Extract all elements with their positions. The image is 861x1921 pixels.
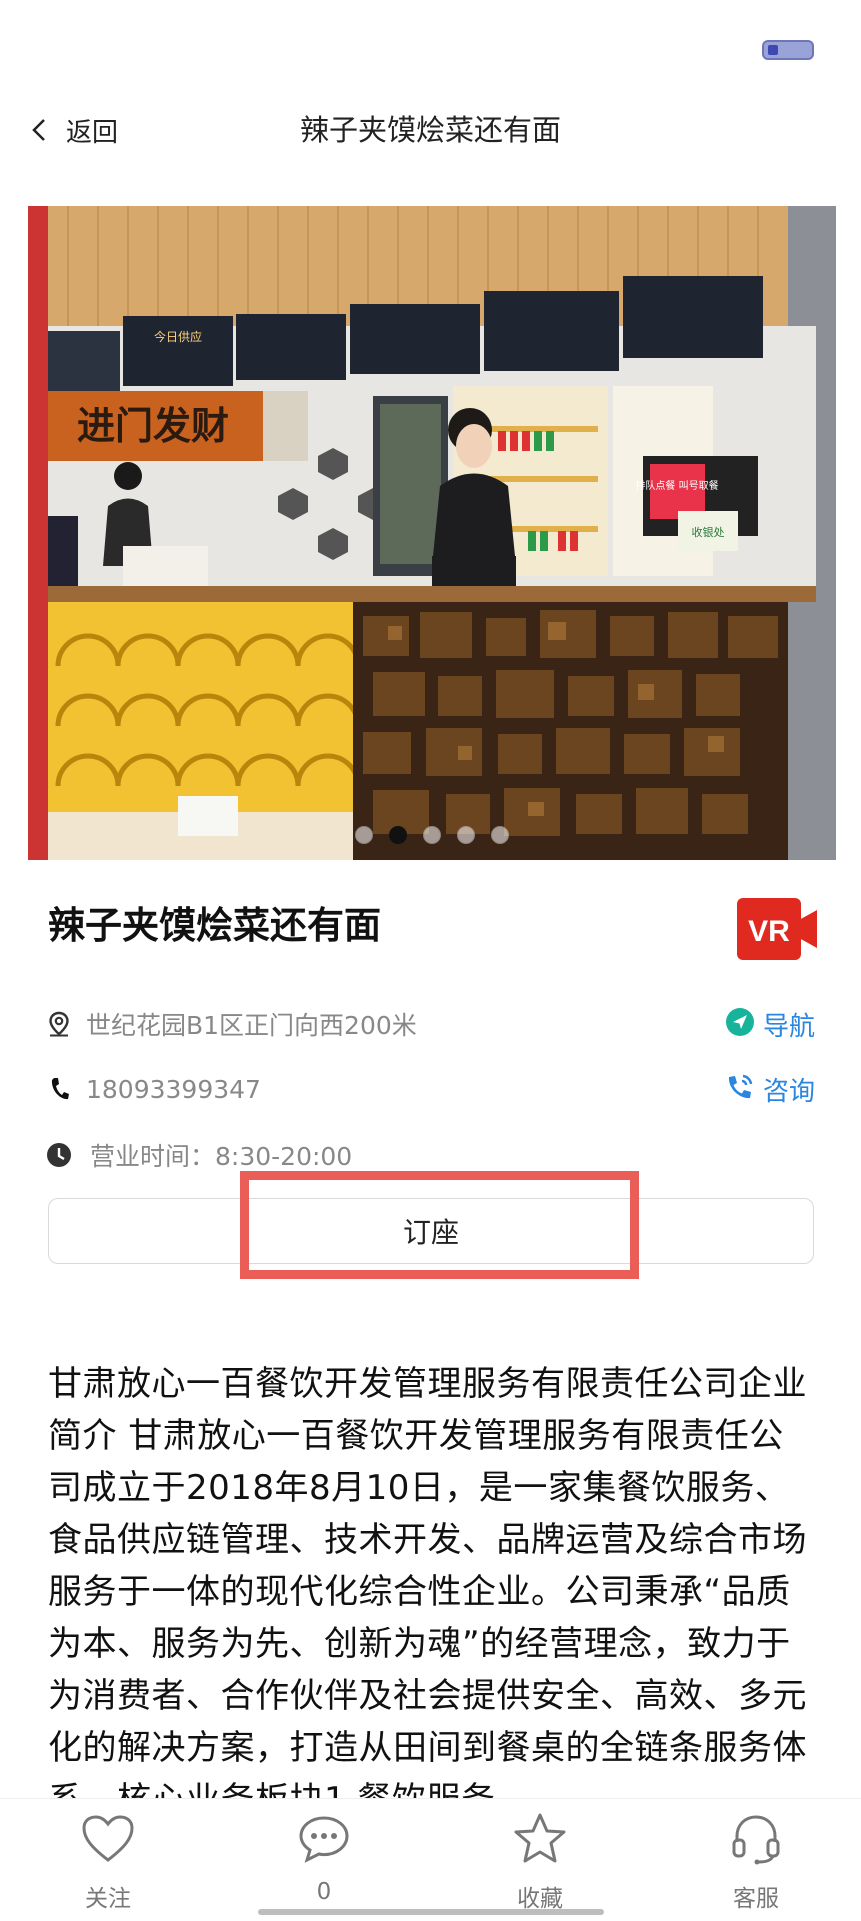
page-title: 辣子夹馍烩菜还有面 [299,113,561,147]
consult-label: 咨询 [762,1076,815,1107]
service-label: 客服 [733,1886,779,1912]
follow-label: 关注 [85,1886,131,1912]
register-sign-text: 收银处 [692,525,725,539]
address-text: 世纪花园B1区正门向西200米 [86,1011,417,1040]
location-pin-icon [46,1011,72,1037]
bottom-navigation: 关注 0 收藏 客服 [0,1798,861,1921]
headset-icon [728,1811,784,1867]
carousel-dot-active[interactable] [389,826,407,844]
phone-call-icon [725,1072,755,1106]
phone-row: 18093399347 [46,1069,261,1109]
banner-text: 进门发财 [77,406,229,448]
vr-label: VR [748,915,790,948]
back-button[interactable]: 返回 [30,110,118,150]
carousel-dot[interactable] [423,826,441,844]
tab-favorite[interactable]: 收藏 [480,1811,600,1913]
hours-text: 营业时间：8:30-20:00 [90,1142,353,1171]
tab-follow[interactable]: 关注 [48,1811,168,1913]
phone-icon [46,1076,72,1102]
navigate-arrow-icon [725,1007,755,1041]
carousel-dots [28,826,836,844]
carousel-dot[interactable] [457,826,475,844]
carousel-dot[interactable] [355,826,373,844]
favorite-label: 收藏 [517,1886,563,1912]
home-indicator [258,1909,604,1915]
chat-bubble-icon [296,1811,352,1867]
comment-count: 0 [316,1879,332,1905]
restaurant-photo: 今日供应 进门发财 排队点餐 叫号取餐 收银处 [28,206,836,860]
navigate-button[interactable]: 导航 [725,1004,815,1044]
hours-row: 营业时间：8:30-20:00 [46,1135,352,1175]
battery-indicator [762,40,814,60]
phone-text[interactable]: 18093399347 [86,1075,261,1104]
menu-board-1-text: 今日供应 [154,329,202,344]
book-seat-button[interactable]: 订座 [48,1198,814,1264]
queue-sign-text: 排队点餐 叫号取餐 [635,479,718,492]
clock-icon [46,1142,72,1168]
consult-button[interactable]: 咨询 [725,1069,815,1109]
photo-carousel[interactable]: 今日供应 进门发财 排队点餐 叫号取餐 收银处 [28,206,836,860]
top-header: 返回 辣子夹馍烩菜还有面 [0,100,861,160]
vr-tour-button[interactable]: VR [737,898,817,960]
carousel-dot[interactable] [491,826,509,844]
company-description: 甘肃放心一百餐饮开发管理服务有限责任公司企业简介 甘肃放心一百餐饮开发管理服务有… [48,1364,807,1798]
navigate-label: 导航 [762,1011,815,1042]
address-row: 世纪花园B1区正门向西200米 [46,1004,417,1044]
restaurant-name: 辣子夹馍烩菜还有面 [48,904,381,947]
heart-icon [80,1811,136,1867]
back-label: 返回 [66,117,119,148]
tab-customer-service[interactable]: 客服 [696,1811,816,1913]
star-icon [512,1811,568,1867]
tab-comments[interactable]: 0 [264,1811,384,1905]
chevron-left-icon [30,112,58,148]
